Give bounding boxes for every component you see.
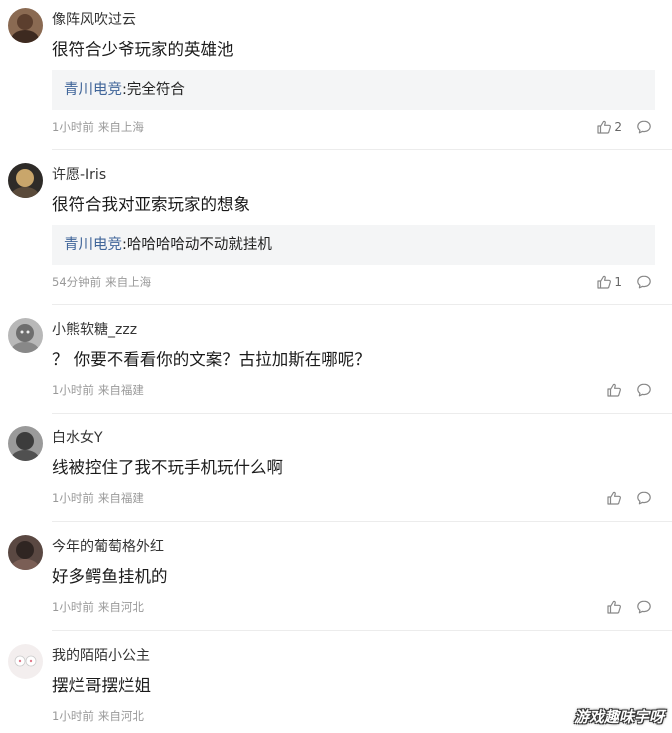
username[interactable]: 小熊软糖_zzz (52, 320, 137, 340)
thumbs-up-icon (596, 274, 612, 290)
avatar[interactable] (8, 426, 43, 461)
timestamp: 54分钟前 (52, 275, 102, 289)
thumbs-up-icon (596, 119, 612, 135)
comment-actions: 2 (596, 118, 652, 136)
comment-bubble-icon[interactable] (636, 599, 652, 615)
comment-actions (606, 489, 652, 507)
avatar[interactable] (8, 535, 43, 570)
like-count: 1 (614, 275, 622, 289)
location: 来自河北 (97, 709, 144, 723)
like-button[interactable] (606, 490, 622, 506)
location: 来自上海 (105, 275, 152, 289)
location: 来自福建 (97, 383, 144, 397)
reply-text: 完全符合 (126, 82, 185, 98)
comment-text: 很符合我对亚索玩家的想象 (52, 195, 250, 214)
comment-actions (606, 598, 652, 616)
like-count: 2 (614, 120, 622, 134)
like-button[interactable] (606, 382, 622, 398)
comment-item: 小熊软糖_zzz ？ 你要不看看你的文案？古拉加斯在哪呢？ 1小时前 来自福建 (0, 318, 672, 414)
comment-item: 白水女Y 线被控住了我不玩手机玩什么啊 1小时前 来自福建 (0, 426, 672, 522)
comment-bubble-icon[interactable] (636, 490, 652, 506)
comment-bubble-icon[interactable] (636, 119, 652, 135)
username[interactable]: 我的陌陌小公主 (52, 646, 150, 666)
divider (52, 413, 672, 414)
reply-author[interactable]: 青川电竞 (64, 237, 122, 253)
avatar[interactable] (8, 318, 43, 353)
comment-meta: 1小时前 来自上海 (52, 119, 144, 135)
timestamp: 1小时前 (52, 709, 94, 723)
location: 来自河北 (97, 600, 144, 614)
comment-meta: 1小时前 来自福建 (52, 382, 144, 398)
reply-author[interactable]: 青川电竞 (64, 82, 122, 98)
avatar[interactable] (8, 8, 43, 43)
comment-item: 今年的葡萄格外红 好多鳄鱼挂机的 1小时前 来自河北 (0, 535, 672, 631)
divider (52, 304, 672, 305)
watermark: 游戏趣味宇呀 (573, 708, 664, 726)
reply-text: 哈哈哈哈动不动就挂机 (126, 237, 272, 253)
comment-text: 线被控住了我不玩手机玩什么啊 (52, 458, 283, 477)
avatar[interactable] (8, 163, 43, 198)
thumbs-up-icon (606, 382, 622, 398)
timestamp: 1小时前 (52, 383, 94, 397)
timestamp: 1小时前 (52, 120, 94, 134)
comment-item: 像阵风吹过云 很符合少爷玩家的英雄池 青川电竞:完全符合 1小时前 来自上海 2 (0, 8, 672, 150)
comment-meta: 1小时前 来自福建 (52, 490, 144, 506)
comment-text: 摆烂哥摆烂姐 (52, 676, 151, 695)
divider (52, 521, 672, 522)
like-button[interactable]: 1 (596, 274, 622, 290)
comment-text: ？ 你要不看看你的文案？古拉加斯在哪呢？ (52, 350, 371, 369)
timestamp: 1小时前 (52, 491, 94, 505)
comment-meta: 1小时前 来自河北 (52, 708, 144, 724)
username[interactable]: 今年的葡萄格外红 (52, 537, 164, 557)
thumbs-up-icon (606, 599, 622, 615)
comment-item: 许愿-Iris 很符合我对亚索玩家的想象 青川电竞:哈哈哈哈动不动就挂机 54分… (0, 163, 672, 305)
like-button[interactable]: 2 (596, 119, 622, 135)
location: 来自上海 (97, 120, 144, 134)
comment-meta: 1小时前 来自河北 (52, 599, 144, 615)
comment-actions (606, 381, 652, 399)
timestamp: 1小时前 (52, 600, 94, 614)
comment-actions: 1 (596, 273, 652, 291)
like-button[interactable] (606, 599, 622, 615)
divider (52, 149, 672, 150)
reply-box[interactable]: 青川电竞:哈哈哈哈动不动就挂机 (52, 225, 655, 265)
username[interactable]: 像阵风吹过云 (52, 10, 136, 30)
comment-text: 很符合少爷玩家的英雄池 (52, 40, 234, 59)
location: 来自福建 (97, 491, 144, 505)
divider (52, 630, 672, 631)
username[interactable]: 许愿-Iris (52, 165, 106, 185)
reply-box[interactable]: 青川电竞:完全符合 (52, 70, 655, 110)
username[interactable]: 白水女Y (52, 428, 103, 448)
thumbs-up-icon (606, 490, 622, 506)
comment-bubble-icon[interactable] (636, 382, 652, 398)
comment-bubble-icon[interactable] (636, 274, 652, 290)
avatar[interactable] (8, 644, 43, 679)
comment-text: 好多鳄鱼挂机的 (52, 567, 168, 586)
comment-item: 我的陌陌小公主 摆烂哥摆烂姐 1小时前 来自河北 (0, 644, 672, 733)
comment-meta: 54分钟前 来自上海 (52, 274, 151, 290)
